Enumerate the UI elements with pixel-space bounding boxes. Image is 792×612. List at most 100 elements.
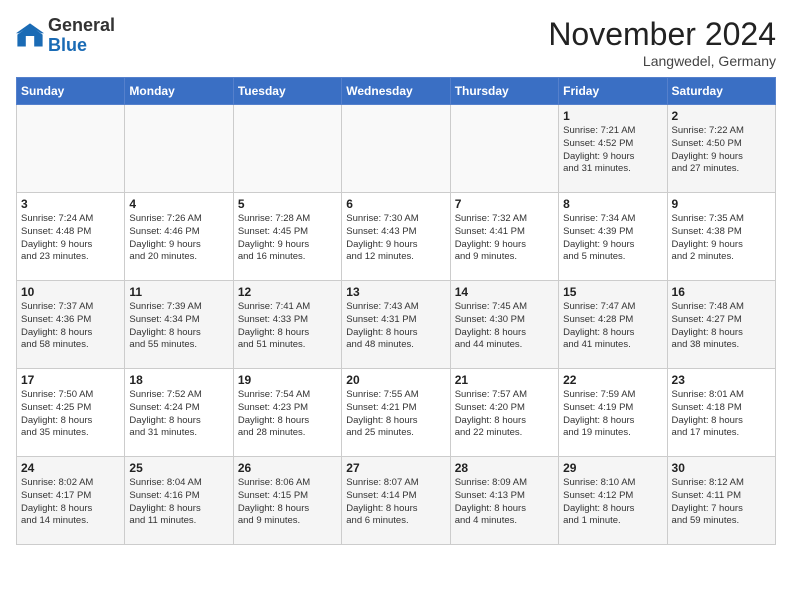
calendar-cell: 20 Sunrise: 7:55 AM Sunset: 4:21 PM Dayli… xyxy=(342,369,450,457)
calendar-cell: 12 Sunrise: 7:41 AM Sunset: 4:33 PM Dayli… xyxy=(233,281,341,369)
title-block: November 2024 Langwedel, Germany xyxy=(548,16,776,69)
calendar-cell xyxy=(233,105,341,193)
calendar-week-3: 17Sunrise: 7:50 AM Sunset: 4:25 PM Dayli… xyxy=(17,369,776,457)
calendar-cell: 19Sunrise: 7:54 AM Sunset: 4:23 PM Dayli… xyxy=(233,369,341,457)
day-number: 3 xyxy=(21,197,120,211)
month-title: November 2024 xyxy=(548,16,776,53)
day-info: Sunrise: 7:26 AM Sunset: 4:46 PM Dayligh… xyxy=(129,213,228,264)
calendar-week-0: 1 Sunrise: 7:21 AM Sunset: 4:52 PM Daylig… xyxy=(17,105,776,193)
day-number: 19 xyxy=(238,373,337,387)
calendar-cell: 1 Sunrise: 7:21 AM Sunset: 4:52 PM Daylig… xyxy=(559,105,667,193)
calendar-body: 1 Sunrise: 7:21 AM Sunset: 4:52 PM Daylig… xyxy=(17,105,776,545)
day-number: 1 xyxy=(563,109,662,123)
header-thursday: Thursday xyxy=(450,78,558,105)
day-info: Sunrise: 7:47 AM Sunset: 4:28 PM Dayligh… xyxy=(563,301,662,352)
day-info: Sunrise: 7:21 AM Sunset: 4:52 PM Dayligh… xyxy=(563,125,662,176)
calendar-cell xyxy=(342,105,450,193)
calendar-cell: 14 Sunrise: 7:45 AM Sunset: 4:30 PM Dayli… xyxy=(450,281,558,369)
calendar-cell: 26 Sunrise: 8:06 AM Sunset: 4:15 PM Dayli… xyxy=(233,457,341,545)
day-info: Sunrise: 7:35 AM Sunset: 4:38 PM Dayligh… xyxy=(672,213,771,264)
calendar-cell: 3 Sunrise: 7:24 AM Sunset: 4:48 PM Daylig… xyxy=(17,193,125,281)
header-tuesday: Tuesday xyxy=(233,78,341,105)
day-number: 28 xyxy=(455,461,554,475)
day-info: Sunrise: 7:30 AM Sunset: 4:43 PM Dayligh… xyxy=(346,213,445,264)
header-monday: Monday xyxy=(125,78,233,105)
calendar-cell xyxy=(450,105,558,193)
day-info: Sunrise: 8:02 AM Sunset: 4:17 PM Dayligh… xyxy=(21,477,120,528)
day-info: Sunrise: 7:45 AM Sunset: 4:30 PM Dayligh… xyxy=(455,301,554,352)
calendar-cell: 23Sunrise: 8:01 AM Sunset: 4:18 PM Dayli… xyxy=(667,369,775,457)
day-number: 4 xyxy=(129,197,228,211)
day-info: Sunrise: 7:24 AM Sunset: 4:48 PM Dayligh… xyxy=(21,213,120,264)
calendar-cell: 30 Sunrise: 8:12 AM Sunset: 4:11 PM Dayli… xyxy=(667,457,775,545)
calendar-cell: 8 Sunrise: 7:34 AM Sunset: 4:39 PM Daylig… xyxy=(559,193,667,281)
day-number: 24 xyxy=(21,461,120,475)
calendar-cell: 29 Sunrise: 8:10 AM Sunset: 4:12 PM Dayli… xyxy=(559,457,667,545)
day-number: 21 xyxy=(455,373,554,387)
day-number: 12 xyxy=(238,285,337,299)
day-info: Sunrise: 8:10 AM Sunset: 4:12 PM Dayligh… xyxy=(563,477,662,528)
day-info: Sunrise: 7:37 AM Sunset: 4:36 PM Dayligh… xyxy=(21,301,120,352)
day-number: 15 xyxy=(563,285,662,299)
day-number: 25 xyxy=(129,461,228,475)
day-info: Sunrise: 7:55 AM Sunset: 4:21 PM Dayligh… xyxy=(346,389,445,440)
day-info: Sunrise: 7:50 AM Sunset: 4:25 PM Dayligh… xyxy=(21,389,120,440)
day-number: 8 xyxy=(563,197,662,211)
calendar-cell: 13Sunrise: 7:43 AM Sunset: 4:31 PM Dayli… xyxy=(342,281,450,369)
logo-text: General Blue xyxy=(48,16,115,56)
day-info: Sunrise: 7:32 AM Sunset: 4:41 PM Dayligh… xyxy=(455,213,554,264)
calendar-cell: 5 Sunrise: 7:28 AM Sunset: 4:45 PM Daylig… xyxy=(233,193,341,281)
header-saturday: Saturday xyxy=(667,78,775,105)
day-number: 29 xyxy=(563,461,662,475)
calendar-cell xyxy=(125,105,233,193)
day-number: 23 xyxy=(672,373,771,387)
day-info: Sunrise: 7:48 AM Sunset: 4:27 PM Dayligh… xyxy=(672,301,771,352)
calendar-cell: 27Sunrise: 8:07 AM Sunset: 4:14 PM Dayli… xyxy=(342,457,450,545)
calendar-cell: 22 Sunrise: 7:59 AM Sunset: 4:19 PM Dayli… xyxy=(559,369,667,457)
day-info: Sunrise: 7:59 AM Sunset: 4:19 PM Dayligh… xyxy=(563,389,662,440)
day-number: 7 xyxy=(455,197,554,211)
header-wednesday: Wednesday xyxy=(342,78,450,105)
day-info: Sunrise: 7:28 AM Sunset: 4:45 PM Dayligh… xyxy=(238,213,337,264)
calendar-week-4: 24 Sunrise: 8:02 AM Sunset: 4:17 PM Dayli… xyxy=(17,457,776,545)
calendar-header-row: SundayMondayTuesdayWednesdayThursdayFrid… xyxy=(17,78,776,105)
day-info: Sunrise: 7:22 AM Sunset: 4:50 PM Dayligh… xyxy=(672,125,771,176)
day-number: 11 xyxy=(129,285,228,299)
day-number: 16 xyxy=(672,285,771,299)
day-info: Sunrise: 8:07 AM Sunset: 4:14 PM Dayligh… xyxy=(346,477,445,528)
day-number: 6 xyxy=(346,197,445,211)
day-number: 5 xyxy=(238,197,337,211)
day-info: Sunrise: 7:39 AM Sunset: 4:34 PM Dayligh… xyxy=(129,301,228,352)
logo-icon xyxy=(16,22,44,50)
day-number: 20 xyxy=(346,373,445,387)
day-info: Sunrise: 7:34 AM Sunset: 4:39 PM Dayligh… xyxy=(563,213,662,264)
day-number: 2 xyxy=(672,109,771,123)
day-number: 18 xyxy=(129,373,228,387)
day-info: Sunrise: 8:09 AM Sunset: 4:13 PM Dayligh… xyxy=(455,477,554,528)
calendar-cell: 17Sunrise: 7:50 AM Sunset: 4:25 PM Dayli… xyxy=(17,369,125,457)
calendar-cell: 15 Sunrise: 7:47 AM Sunset: 4:28 PM Dayli… xyxy=(559,281,667,369)
day-number: 26 xyxy=(238,461,337,475)
calendar-week-2: 10 Sunrise: 7:37 AM Sunset: 4:36 PM Dayli… xyxy=(17,281,776,369)
calendar-cell: 18 Sunrise: 7:52 AM Sunset: 4:24 PM Dayli… xyxy=(125,369,233,457)
calendar-cell: 16 Sunrise: 7:48 AM Sunset: 4:27 PM Dayli… xyxy=(667,281,775,369)
calendar-week-1: 3 Sunrise: 7:24 AM Sunset: 4:48 PM Daylig… xyxy=(17,193,776,281)
day-number: 30 xyxy=(672,461,771,475)
page-header: General Blue November 2024 Langwedel, Ge… xyxy=(16,16,776,69)
day-info: Sunrise: 7:52 AM Sunset: 4:24 PM Dayligh… xyxy=(129,389,228,440)
day-number: 14 xyxy=(455,285,554,299)
day-info: Sunrise: 8:06 AM Sunset: 4:15 PM Dayligh… xyxy=(238,477,337,528)
calendar-cell: 21Sunrise: 7:57 AM Sunset: 4:20 PM Dayli… xyxy=(450,369,558,457)
day-info: Sunrise: 7:41 AM Sunset: 4:33 PM Dayligh… xyxy=(238,301,337,352)
calendar-cell: 11 Sunrise: 7:39 AM Sunset: 4:34 PM Dayli… xyxy=(125,281,233,369)
location: Langwedel, Germany xyxy=(548,53,776,69)
day-number: 22 xyxy=(563,373,662,387)
day-number: 10 xyxy=(21,285,120,299)
calendar-cell: 25Sunrise: 8:04 AM Sunset: 4:16 PM Dayli… xyxy=(125,457,233,545)
calendar-cell: 9Sunrise: 7:35 AM Sunset: 4:38 PM Daylig… xyxy=(667,193,775,281)
calendar-cell: 24 Sunrise: 8:02 AM Sunset: 4:17 PM Dayli… xyxy=(17,457,125,545)
day-info: Sunrise: 7:43 AM Sunset: 4:31 PM Dayligh… xyxy=(346,301,445,352)
calendar-cell: 6 Sunrise: 7:30 AM Sunset: 4:43 PM Daylig… xyxy=(342,193,450,281)
day-info: Sunrise: 8:12 AM Sunset: 4:11 PM Dayligh… xyxy=(672,477,771,528)
calendar-cell: 10 Sunrise: 7:37 AM Sunset: 4:36 PM Dayli… xyxy=(17,281,125,369)
